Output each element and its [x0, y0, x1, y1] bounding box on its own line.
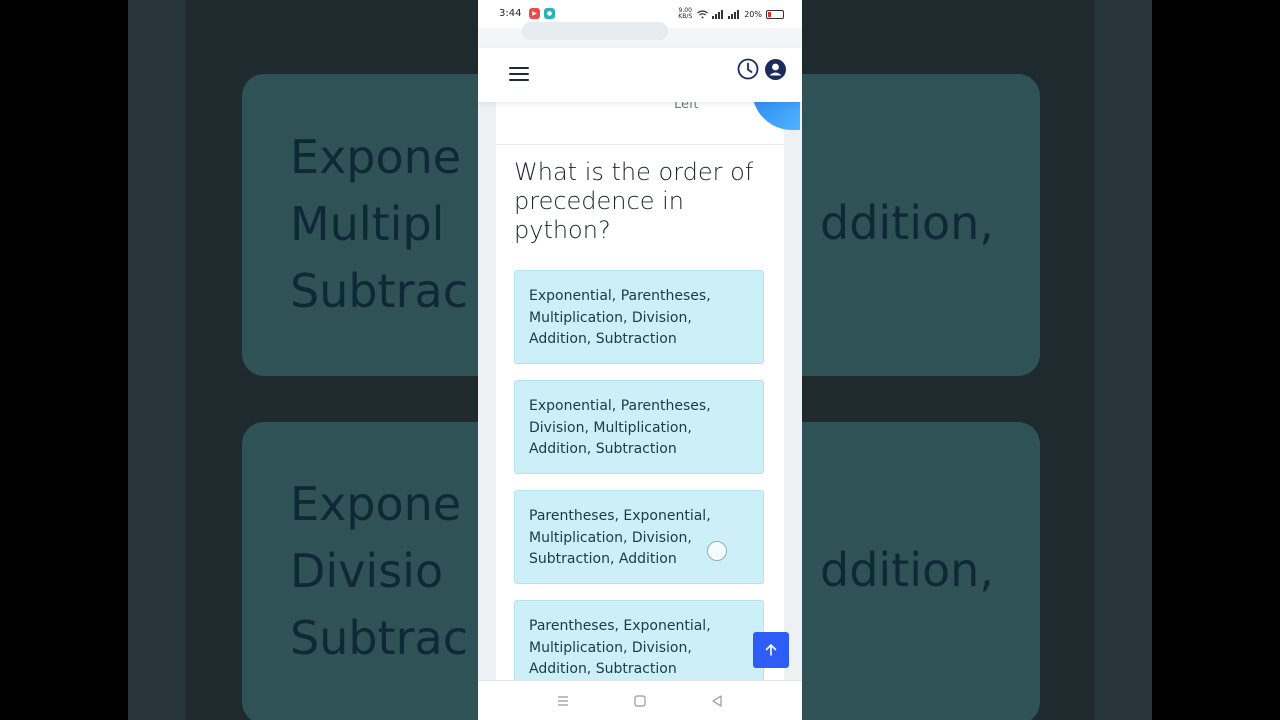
clock-icon[interactable]	[737, 58, 759, 80]
chat-notification-icon: ●	[544, 8, 555, 19]
system-navigation-bar	[478, 680, 802, 720]
timer-progress-arc	[752, 102, 800, 130]
user-icon[interactable]	[765, 59, 786, 80]
touch-indicator	[707, 541, 727, 561]
timer-label: Left	[674, 102, 699, 112]
arrow-up-icon	[765, 644, 777, 656]
background-text: ddition,	[820, 543, 994, 597]
battery-icon	[766, 9, 784, 19]
option-2[interactable]: Exponential, Parentheses, Division, Mult…	[514, 380, 764, 474]
status-time: 3:44	[499, 8, 522, 19]
notification-icon: ▶	[529, 8, 540, 19]
option-1[interactable]: Exponential, Parentheses, Multiplication…	[514, 270, 764, 364]
network-speed: 9.00 KB/S	[678, 7, 693, 20]
background-band-left	[128, 0, 185, 720]
battery-percent: 20%	[744, 9, 762, 19]
app-header	[478, 48, 802, 102]
signal-icon	[712, 9, 724, 19]
background-text: Expone Divisio Subtrac	[290, 477, 468, 665]
quiz-content[interactable]: Left What is the order of precedence in …	[478, 102, 802, 680]
back-icon[interactable]	[709, 693, 725, 709]
scroll-to-top-button[interactable]	[753, 632, 789, 668]
background-text: Expone Multipl Subtrac	[290, 130, 468, 318]
background-band-right	[1095, 0, 1152, 720]
signal-icon	[728, 9, 740, 19]
question-text: What is the order of precedence in pytho…	[514, 158, 754, 244]
phone-screen: 3:44 ▶ ● 9.00 KB/S 20% Left What is the …	[478, 0, 802, 720]
divider	[496, 144, 784, 145]
question-card: Left What is the order of precedence in …	[496, 102, 800, 680]
background-text: ddition,	[820, 196, 994, 250]
recent-apps-icon[interactable]	[555, 693, 571, 709]
option-4[interactable]: Parentheses, Exponential, Multiplication…	[514, 600, 764, 680]
wifi-icon	[697, 9, 709, 18]
status-icons: 9.00 KB/S 20%	[677, 8, 784, 20]
hamburger-menu-icon[interactable]	[509, 65, 529, 83]
address-pill[interactable]	[522, 22, 668, 40]
browser-strip	[478, 22, 802, 49]
option-3[interactable]: Parentheses, Exponential, Multiplication…	[514, 490, 764, 584]
home-icon[interactable]	[632, 693, 648, 709]
